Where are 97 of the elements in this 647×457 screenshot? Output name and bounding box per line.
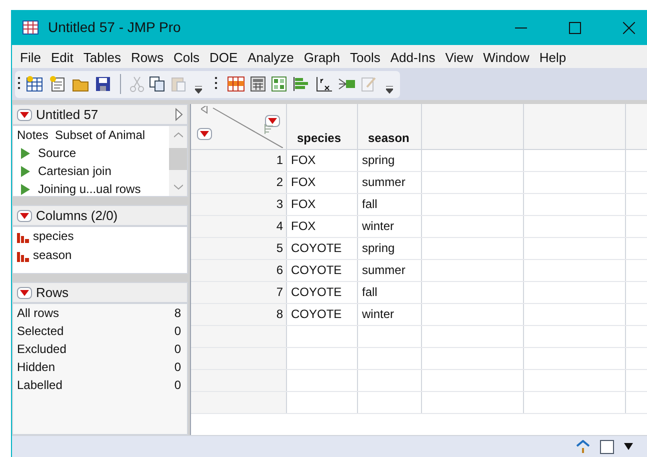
- table-cell: winter: [358, 216, 422, 237]
- grip-icon[interactable]: [18, 76, 21, 92]
- scroll-thumb[interactable]: [169, 148, 187, 170]
- row-number[interactable]: 4: [191, 216, 287, 237]
- table-cell: summer: [358, 172, 422, 193]
- menu-item[interactable]: Analyze: [242, 48, 299, 68]
- menu-item[interactable]: Graph: [298, 48, 346, 68]
- nominal-column-icon: [17, 250, 29, 262]
- column-header[interactable]: species: [287, 104, 358, 149]
- menu-item[interactable]: File: [15, 48, 46, 68]
- table-cell: spring: [358, 150, 422, 171]
- table-cell: FOX: [287, 150, 358, 171]
- grip-icon[interactable]: [215, 76, 218, 92]
- sort-icon: [264, 124, 274, 134]
- row-stat-value: 0: [174, 377, 182, 394]
- table-cell: fall: [358, 282, 422, 303]
- overflow-icon[interactable]: [386, 86, 393, 94]
- menu-item[interactable]: Tables: [78, 48, 126, 68]
- dropdown-icon[interactable]: [624, 443, 633, 450]
- play-icon: [21, 184, 30, 194]
- row-number[interactable]: 1: [191, 150, 287, 171]
- corner-diagonal-icon: [201, 106, 283, 148]
- collapse-arrow-icon[interactable]: [175, 108, 183, 121]
- menu-item[interactable]: Help: [534, 48, 572, 68]
- menu-triangle-icon[interactable]: [17, 210, 32, 222]
- script-icon[interactable]: [49, 76, 67, 92]
- script-item[interactable]: Joining u...ual rows: [17, 180, 169, 196]
- row-stat-label: Labelled: [17, 377, 62, 394]
- panel-header[interactable]: Untitled 57: [12, 104, 188, 125]
- menu-triangle-icon[interactable]: [265, 115, 280, 127]
- home-icon[interactable]: [576, 440, 590, 453]
- table-cell: spring: [358, 238, 422, 259]
- table-cell: COYOTE: [287, 260, 358, 281]
- calculator-icon[interactable]: [250, 76, 266, 92]
- row-stat-value: 0: [174, 341, 182, 358]
- script-item[interactable]: Source: [17, 144, 169, 162]
- script-item[interactable]: Cartesian join: [17, 162, 169, 180]
- table-cell: winter: [358, 304, 422, 325]
- play-icon: [21, 166, 30, 176]
- notes-text: Notes Subset of Animal: [17, 127, 146, 144]
- nominal-column-icon: [17, 230, 29, 242]
- panel-header[interactable]: Columns (2/0): [12, 205, 188, 226]
- bar-chart-icon[interactable]: [292, 76, 310, 92]
- column-item[interactable]: season: [17, 246, 187, 265]
- scrollbar[interactable]: [169, 126, 187, 196]
- row-number[interactable]: 2: [191, 172, 287, 193]
- table-cell: COYOTE: [287, 282, 358, 303]
- table-cell: FOX: [287, 194, 358, 215]
- window-title: Untitled 57 - JMP Pro: [48, 18, 181, 37]
- fit-y-by-x-icon[interactable]: [315, 76, 333, 92]
- menu-item[interactable]: View: [440, 48, 478, 68]
- table-cell: COYOTE: [287, 304, 358, 325]
- row-number[interactable]: 3: [191, 194, 287, 215]
- panel-header[interactable]: Rows: [12, 282, 188, 303]
- column-header[interactable]: season: [358, 104, 422, 149]
- row-stat-value: 8: [174, 305, 182, 322]
- app-icon: [22, 20, 40, 36]
- menu-triangle-icon[interactable]: [17, 108, 32, 120]
- save-icon[interactable]: [95, 76, 111, 92]
- table-icon[interactable]: [26, 76, 44, 92]
- table-cell: FOX: [287, 216, 358, 237]
- maximize-icon[interactable]: [569, 22, 581, 34]
- panel-title: Columns (2/0): [36, 206, 119, 225]
- table-cell: fall: [358, 194, 422, 215]
- menu-item[interactable]: Edit: [46, 48, 78, 68]
- menu-item[interactable]: Window: [478, 48, 534, 68]
- menu-item[interactable]: Rows: [126, 48, 168, 68]
- table-cell: COYOTE: [287, 238, 358, 259]
- play-icon: [21, 148, 30, 158]
- row-stat-label: Excluded: [17, 341, 66, 358]
- row-stat-value: 0: [174, 359, 182, 376]
- menu-item[interactable]: Tools: [345, 48, 386, 68]
- row-number[interactable]: 7: [191, 282, 287, 303]
- table-cell: FOX: [287, 172, 358, 193]
- window-box-icon[interactable]: [600, 440, 614, 454]
- row-stat-value: 0: [174, 323, 182, 340]
- menu-item[interactable]: DOE: [204, 48, 243, 68]
- menu-triangle-icon[interactable]: [197, 128, 212, 140]
- row-number[interactable]: 6: [191, 260, 287, 281]
- panel-title: Untitled 57: [36, 106, 100, 124]
- row-stat-label: All rows: [17, 305, 60, 322]
- column-item[interactable]: species: [17, 227, 187, 246]
- close-icon[interactable]: [623, 22, 635, 34]
- menu-item[interactable]: Cols: [168, 48, 204, 68]
- tiles-icon[interactable]: [271, 76, 287, 92]
- row-number[interactable]: 5: [191, 238, 287, 259]
- menu-triangle-icon[interactable]: [17, 286, 32, 298]
- table-cell: summer: [358, 260, 422, 281]
- row-number[interactable]: 8: [191, 304, 287, 325]
- flow-icon[interactable]: [338, 76, 356, 92]
- overflow-icon[interactable]: [195, 86, 202, 94]
- panel-title: Rows: [36, 284, 70, 302]
- row-stat-label: Hidden: [17, 359, 56, 376]
- copy-icon[interactable]: [149, 76, 165, 92]
- data-grid-icon[interactable]: [227, 76, 245, 92]
- row-stat-label: Selected: [17, 323, 64, 340]
- menu-item[interactable]: Add-Ins: [385, 48, 440, 68]
